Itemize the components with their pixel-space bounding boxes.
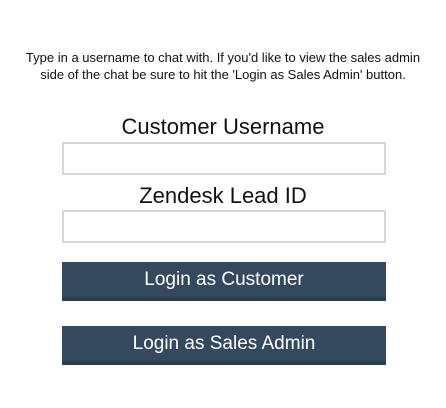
zendesk-lead-id-label: Zendesk Lead ID [139,183,307,208]
zendesk-lead-id-input[interactable] [62,210,386,243]
intro-text: Type in a username to chat with. If you'… [25,50,421,82]
login-as-sales-admin-button[interactable]: Login as Sales Admin [62,326,386,365]
customer-username-input[interactable] [62,142,386,175]
customer-username-label: Customer Username [121,114,325,139]
login-as-customer-button[interactable]: Login as Customer [62,262,386,301]
login-panel: Type in a username to chat with. If you'… [0,0,446,408]
